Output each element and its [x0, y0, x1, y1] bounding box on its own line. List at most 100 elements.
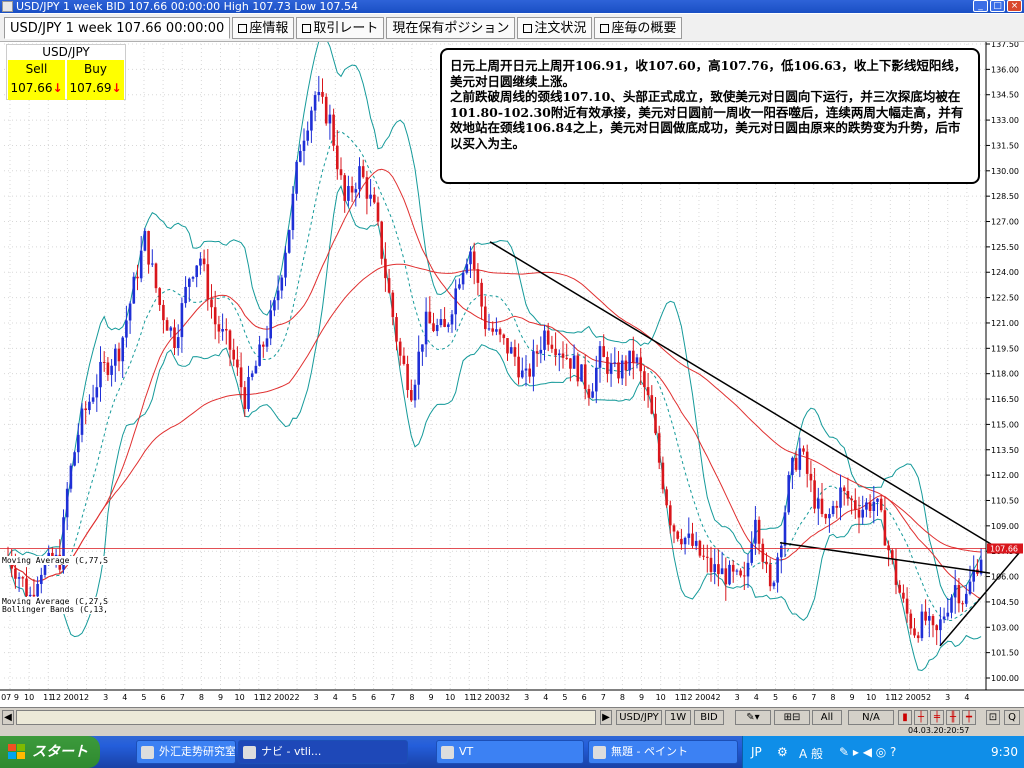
- start-label: スタート: [32, 744, 88, 760]
- candle-body: [580, 364, 583, 382]
- sell-button[interactable]: Sell 107.66↓: [8, 60, 65, 100]
- query-icon[interactable]: Q: [1004, 710, 1020, 725]
- candle-body: [521, 370, 524, 378]
- bar-chart-icon[interactable]: ▮: [898, 710, 912, 725]
- candle-body: [650, 395, 654, 414]
- candle-body: [609, 363, 613, 374]
- candle-body: [369, 194, 372, 199]
- candle-body: [376, 202, 380, 222]
- taskbar-item-label: ナビ - vtli...: [261, 745, 322, 758]
- candle-body: [147, 231, 150, 265]
- candle-body: [865, 502, 868, 510]
- candle-body: [458, 284, 461, 289]
- candle-body: [262, 344, 265, 347]
- candle-body: [206, 264, 210, 300]
- candle-body: [313, 95, 317, 111]
- time-tick-label: 7: [601, 693, 606, 702]
- time-tick-label: 3: [945, 693, 950, 702]
- time-tick-label: 12 2003: [472, 693, 505, 702]
- candle-body: [239, 367, 243, 388]
- candle-body: [450, 314, 454, 325]
- zoom-in-icon[interactable]: ╫: [946, 710, 960, 725]
- tab-label: USD/JPY 1 week 107.66 00:00:00: [10, 20, 225, 36]
- price-tick-label: 131.50: [991, 141, 1019, 150]
- candle-body: [498, 329, 502, 335]
- candle-body: [550, 344, 554, 349]
- scroll-right-icon[interactable]: ▶: [600, 710, 612, 725]
- candle-body: [632, 350, 635, 363]
- tab-account-info[interactable]: 座情報: [232, 16, 295, 39]
- bollinger-lower: [7, 184, 982, 672]
- horizontal-scrollbar[interactable]: [16, 710, 596, 725]
- price-tick-label: 118.00: [991, 370, 1019, 379]
- candle-body: [657, 433, 661, 463]
- time-tick-label: 07 9: [1, 693, 19, 702]
- range-selector[interactable]: All: [812, 710, 842, 725]
- buy-button[interactable]: Buy 107.69↓: [67, 60, 124, 100]
- side-selector[interactable]: BID: [694, 710, 724, 725]
- candle-body: [236, 359, 239, 368]
- candle-body: [928, 615, 931, 621]
- candle-body: [40, 574, 43, 584]
- tab-account-summary[interactable]: 座毎の概要: [594, 16, 683, 39]
- price-tick-label: 115.00: [991, 420, 1019, 429]
- time-tick-label: 10: [656, 693, 666, 702]
- candle-body: [909, 613, 913, 629]
- indicator-tool-icon[interactable]: ⊞⊟: [774, 710, 810, 725]
- symbol-selector[interactable]: USD/JPY: [616, 710, 662, 725]
- maximize-icon[interactable]: □: [990, 0, 1005, 12]
- candle-body: [528, 368, 531, 377]
- paint-icon: [593, 746, 606, 759]
- timeframe-selector[interactable]: 1W: [665, 710, 691, 725]
- indicator-label-bb[interactable]: Bollinger Bands (C,13,: [2, 605, 108, 614]
- candle-body: [299, 150, 302, 162]
- candle-body: [465, 264, 469, 273]
- taskbar-item-vt[interactable]: VT: [436, 740, 584, 764]
- time-axis: 07 9 10 1112 2001 2 3 4 5 6 7 8 9 10 1112 2002 2 3 4 5 6 7…: [0, 689, 1024, 702]
- minimize-icon[interactable]: _: [973, 0, 988, 12]
- candle-body: [484, 306, 487, 330]
- candle-body: [846, 491, 850, 499]
- start-button[interactable]: スタート: [0, 736, 100, 768]
- zoom-out-icon[interactable]: ┿: [962, 710, 976, 725]
- candle-body: [798, 448, 802, 470]
- candle-body: [868, 502, 872, 511]
- close-icon[interactable]: ×: [1007, 0, 1022, 12]
- na-selector[interactable]: N/A: [848, 710, 894, 725]
- tab-positions[interactable]: 現在保有ポジション: [386, 16, 516, 39]
- candle-body: [850, 498, 853, 501]
- candle-body: [902, 592, 905, 599]
- language-indicator[interactable]: JP: [751, 745, 762, 759]
- scroll-left-icon[interactable]: ◀: [2, 710, 14, 725]
- price-tick-label: 134.50: [991, 91, 1019, 100]
- ime-mode[interactable]: A 般: [799, 745, 823, 762]
- candle-body: [424, 311, 428, 345]
- taskbar-item-navi[interactable]: ナビ - vtli...: [238, 740, 408, 764]
- tab-rates[interactable]: 取引レート: [296, 16, 385, 39]
- clock: 9:30: [991, 745, 1018, 759]
- buy-label: Buy: [84, 62, 107, 76]
- analysis-note: 日元上周开日元上周开106.91，收107.60，高107.76，低106.63…: [440, 48, 980, 184]
- candle-body: [635, 357, 639, 363]
- candle-body: [879, 498, 883, 511]
- time-tick-label: 3: [524, 693, 529, 702]
- candle-body: [539, 349, 543, 354]
- taskbar-item-browser[interactable]: 外汇走势研究室: [136, 740, 236, 764]
- indicator-label-ma77[interactable]: Moving Average (C,77,S: [2, 556, 108, 565]
- taskbar-item-paint[interactable]: 無題 - ペイント: [588, 740, 738, 764]
- window-titlebar[interactable]: USD/JPY 1 week BID 107.66 00:00:00 High …: [0, 0, 1024, 13]
- chart-application: USD/JPY 1 week BID 107.66 00:00:00 High …: [0, 0, 1024, 768]
- line-chart-icon[interactable]: ╪: [930, 710, 944, 725]
- draw-tool-icon[interactable]: ✎▾: [735, 710, 771, 725]
- candle-body: [317, 91, 321, 96]
- candle-chart-icon[interactable]: ┼: [914, 710, 928, 725]
- time-tick-label: 10: [866, 693, 876, 702]
- candle-body: [99, 361, 102, 388]
- ime-options-icon[interactable]: ✎ ▸ ◀ ◎ ?: [839, 745, 896, 759]
- tab-chart[interactable]: USD/JPY 1 week 107.66 00:00:00: [4, 16, 231, 39]
- time-tick-label: 9: [639, 693, 644, 702]
- settings-icon[interactable]: ⊡: [986, 710, 1000, 725]
- ime-tool-icon[interactable]: ⚙: [777, 745, 788, 759]
- time-tick-label: 9: [428, 693, 433, 702]
- tab-orders[interactable]: 注文状況: [517, 16, 593, 39]
